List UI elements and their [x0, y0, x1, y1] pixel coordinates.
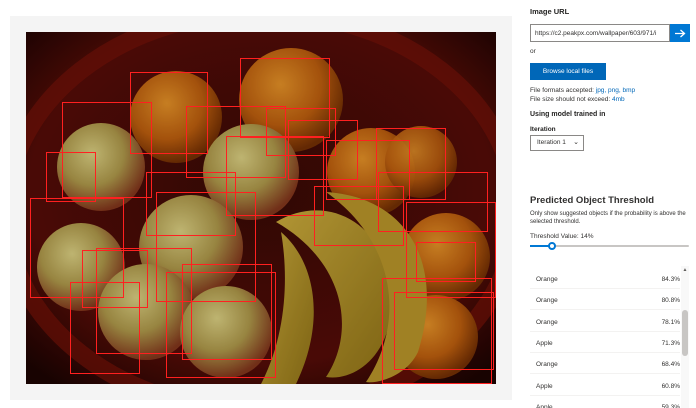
result-row[interactable]: Apple 59.3% — [530, 397, 680, 408]
iteration-label: Iteration — [530, 126, 556, 133]
result-label: Apple — [536, 339, 553, 347]
threshold-slider[interactable] — [530, 241, 689, 251]
result-row[interactable]: Orange 78.1% — [530, 312, 680, 332]
detection-box — [394, 292, 494, 370]
result-label: Apple — [536, 403, 553, 408]
detection-box — [266, 108, 336, 156]
threshold-description-line1: Only show suggested objects if the proba… — [530, 211, 686, 217]
result-label: Orange — [536, 361, 558, 369]
chevron-down-icon: ⌄ — [573, 139, 579, 146]
result-probability: 84.3% — [661, 276, 680, 283]
result-row[interactable]: Apple 60.8% — [530, 376, 680, 396]
threshold-title: Predicted Object Threshold — [530, 195, 655, 206]
result-probability: 71.3% — [661, 339, 680, 347]
result-probability: 80.8% — [661, 297, 680, 305]
threshold-description-line2: selected threshold. — [530, 219, 581, 225]
detection-box — [166, 272, 276, 378]
image-url-label: Image URL — [530, 7, 570, 16]
result-row[interactable]: Apple 71.3% — [530, 333, 680, 353]
fruit-photo — [26, 32, 496, 384]
result-probability: 78.1% — [661, 318, 680, 326]
sidebar: Image URL or Browse local files File for… — [530, 0, 696, 408]
file-size-label: File size should not exceed: — [530, 96, 613, 103]
result-row[interactable]: Orange 68.4% — [530, 354, 680, 375]
results-scrollbar[interactable]: ▲ — [681, 266, 689, 408]
threshold-value-label: Threshold Value: 14% — [530, 233, 594, 240]
result-label: Orange — [536, 276, 558, 283]
slider-thumb[interactable] — [548, 242, 557, 250]
file-formats-text: File formats accepted: jpg, png, bmp — [530, 87, 635, 94]
result-row[interactable]: Orange 84.3% — [530, 269, 680, 289]
iteration-selected-value: Iteration 1 — [537, 139, 566, 146]
file-formats-value: jpg, png, bmp — [595, 87, 636, 94]
submit-url-button[interactable] — [670, 24, 690, 42]
scrollbar-thumb[interactable] — [682, 310, 688, 356]
detection-box — [70, 282, 140, 374]
file-size-text: File size should not exceed: 4mb — [530, 96, 625, 103]
result-row[interactable]: Orange 80.8% — [530, 290, 680, 311]
arrow-right-icon — [674, 29, 685, 37]
result-probability: 60.8% — [661, 382, 680, 390]
result-probability: 59.3% — [661, 403, 680, 408]
detection-box — [46, 152, 96, 202]
detection-box — [314, 186, 404, 246]
result-label: Orange — [536, 297, 558, 305]
file-formats-label: File formats accepted: — [530, 87, 596, 94]
image-url-input[interactable] — [530, 24, 670, 42]
image-url-field-group — [530, 24, 690, 42]
or-text: or — [530, 48, 536, 55]
detection-box — [416, 242, 476, 282]
image-preview-panel — [10, 16, 512, 400]
result-probability: 68.4% — [661, 361, 680, 369]
scroll-up-icon[interactable]: ▲ — [681, 267, 689, 273]
browse-local-files-button[interactable]: Browse local files — [530, 63, 606, 80]
result-label: Orange — [536, 318, 558, 326]
model-label: Using model trained in — [530, 111, 606, 118]
file-size-value: 4mb — [612, 96, 625, 103]
results-list: Orange 84.3% Orange 80.8% Orange 78.1% Apple 71… — [530, 266, 690, 408]
iteration-select[interactable]: Iteration 1 ⌄ — [530, 135, 584, 151]
result-label: Apple — [536, 382, 553, 390]
